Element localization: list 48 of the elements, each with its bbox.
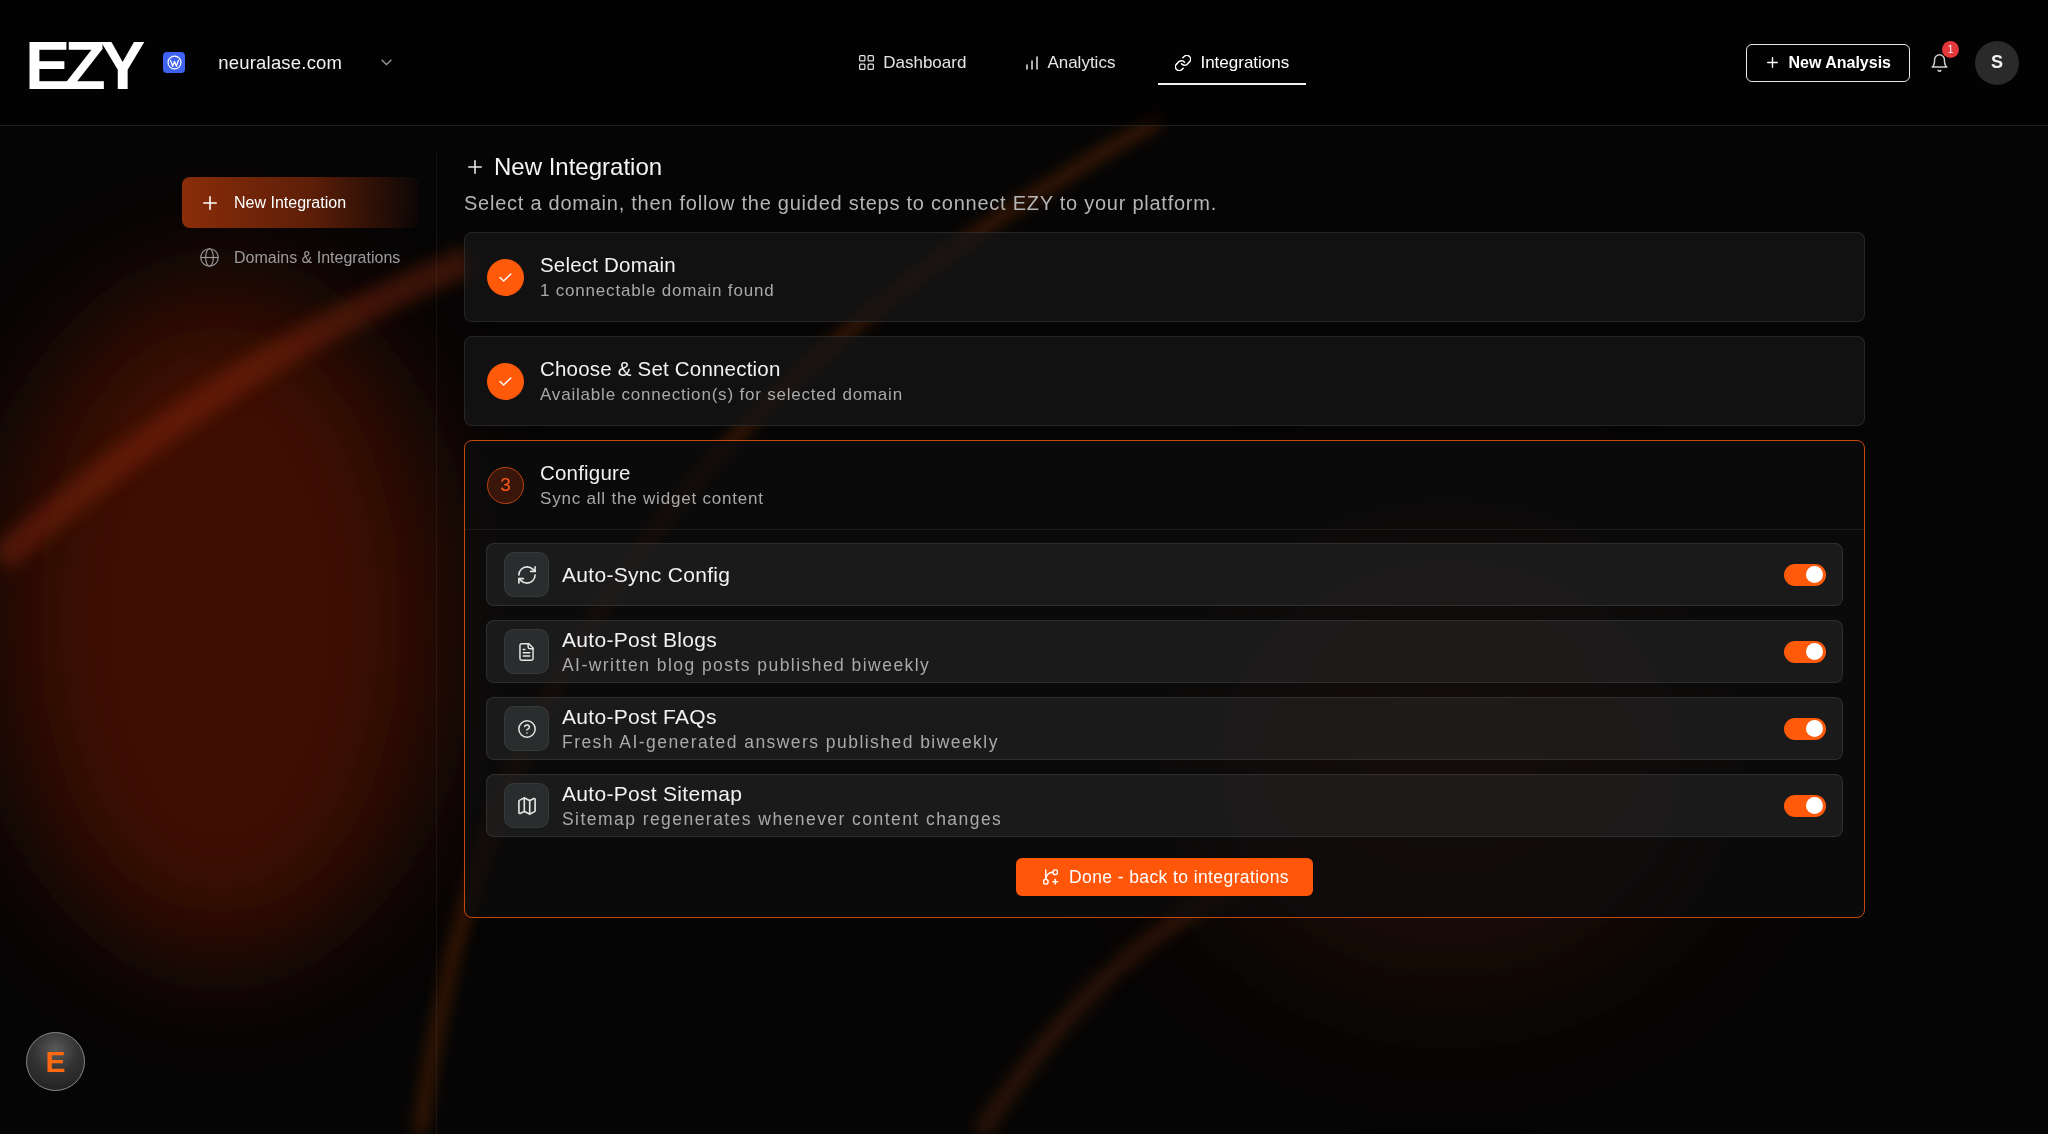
option-title: Auto-Sync Config [562,562,732,587]
map-icon [504,783,549,828]
page-title: New Integration [494,152,663,182]
toggle-switch[interactable] [1784,794,1826,817]
option-title: Auto-Post Sitemap [562,781,744,806]
domain-selector[interactable]: neuralase.com [218,51,393,74]
toggle-switch[interactable] [1784,563,1826,586]
step-subtitle: Sync all the widget content [540,488,764,510]
plus-icon [468,160,482,174]
question-icon [504,706,549,751]
logo[interactable]: EZY [25,37,140,92]
wordpress-logo-icon [163,52,186,73]
nav-tab[interactable]: Integrations [1158,40,1307,85]
notification-badge: 1 [1942,40,1959,58]
nav-tab[interactable]: Dashboard [842,40,984,85]
sidebar-item[interactable]: Domains & Integrations [182,232,419,283]
step-card[interactable]: Choose & Set Connection Available connection(s) for selected domain [464,336,1865,426]
branch-icon [1043,869,1058,885]
page-subtitle: Select a domain, then follow the guided steps to connect EZY to your platform. [464,191,1218,216]
grid-icon [859,55,875,70]
plus-icon [203,195,217,210]
link-icon [1175,54,1192,71]
step-subtitle: Available connection(s) for selected domain [540,384,903,406]
bar-chart-icon [1026,55,1039,70]
sidebar-item[interactable]: New Integration [182,177,419,228]
bell-icon[interactable] [1931,53,1948,72]
globe-icon [200,248,219,267]
plus-icon [1767,57,1779,68]
sync-icon [504,552,549,597]
document-icon [504,629,549,674]
step-title: Choose & Set Connection [540,356,782,381]
nav-tab[interactable]: Analytics [1009,40,1133,85]
new-analysis-button[interactable]: New Analysis [1746,43,1910,82]
toggle-switch[interactable] [1784,717,1826,740]
option-title: Auto-Post FAQs [562,704,718,729]
option-description: Fresh AI-generated answers published biweekly [562,730,1000,753]
chevron-down-icon [381,59,393,66]
step-card[interactable] [464,440,1865,918]
option-title: Auto-Post Blogs [562,627,719,652]
toggle-switch[interactable] [1784,640,1826,663]
user-avatar[interactable]: S [1975,40,2019,85]
option-description: AI-written blog posts published biweekly [562,653,932,676]
step-title: Select Domain [540,252,677,277]
step-subtitle: 1 connectable domain found [540,280,775,302]
option-description: Sitemap regenerates whenever content changes [562,807,1004,830]
step-card[interactable]: Select Domain 1 connectable domain found [464,232,1865,322]
step-title: Configure [540,460,632,485]
step-number: 3 [487,466,524,504]
